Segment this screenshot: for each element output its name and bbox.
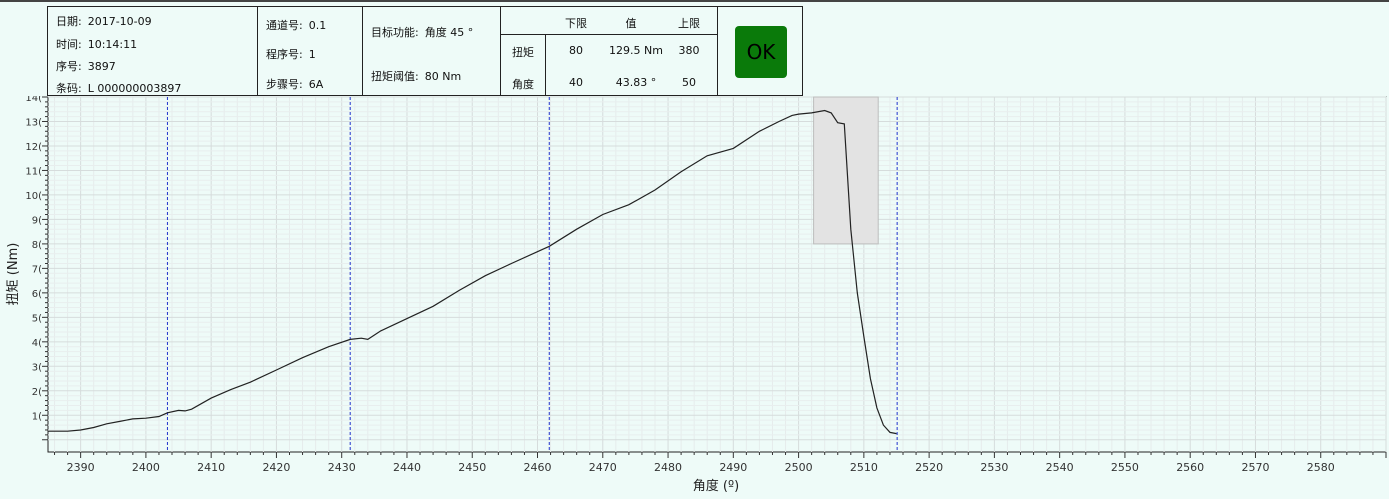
- y-tick-label: 14(: [25, 96, 42, 104]
- torque-row-label: 扭矩: [512, 46, 534, 59]
- y-tick-label: 9(: [32, 215, 42, 226]
- x-tick-label: 2490: [719, 461, 747, 474]
- x-axis-label: 角度 (º): [693, 478, 739, 494]
- channel-row: 通道号: 0.1: [266, 17, 326, 33]
- limits-table: 下限 值 上限 扭矩 80 129.5 Nm 380 角度 40 43.83 °…: [501, 7, 718, 95]
- x-tick-label: 2410: [197, 461, 225, 474]
- window-top-border: [0, 0, 1389, 2]
- y-tick-label: 7(: [32, 264, 42, 275]
- x-tick-label: 2400: [132, 461, 160, 474]
- y-tick-label: 5(: [32, 313, 42, 324]
- chart-svg: 1( 2( 3( 4( 5( 6( 7( 8( 9( 10( 11( 12( 13( 14( 2390 24…: [6, 93, 1387, 494]
- target-label: 目标功能:: [371, 26, 419, 39]
- channel-label: 通道号:: [266, 19, 303, 32]
- angle-row-label: 角度: [512, 78, 534, 91]
- threshold-label: 扭矩阈值:: [371, 70, 419, 83]
- program-value: 1: [308, 48, 316, 61]
- limits-header-row: 下限 值 上限: [501, 7, 717, 35]
- time-label: 时间:: [56, 38, 82, 51]
- x-tick-label: 2500: [785, 461, 813, 474]
- sequence-label: 序号:: [56, 60, 82, 73]
- angle-lower-limit: 40: [569, 76, 583, 89]
- date-value: 2017-10-09: [87, 15, 152, 28]
- identity-column: 日期: 2017-10-09 时间: 10:14:11 序号: 3897 条码: L 0…: [48, 7, 258, 95]
- evaluation-window: [813, 96, 879, 245]
- program-row: 程序号: 1: [266, 46, 316, 62]
- x-tick-label: 2560: [1176, 461, 1204, 474]
- angle-value: 43.83 °: [615, 76, 657, 89]
- upper-limit-header: 上限: [678, 17, 700, 30]
- evaluation-window-box: [813, 96, 879, 245]
- plot-area: [47, 96, 1387, 453]
- program-column: 通道号: 0.1 程序号: 1 步骤号: 6A: [258, 7, 363, 95]
- target-row: 目标功能: 角度 45 °: [371, 24, 473, 40]
- result-info-panel: 日期: 2017-10-09 时间: 10:14:11 序号: 3897 条码: L 0…: [47, 6, 803, 96]
- y-tick-label: 10(: [25, 191, 42, 202]
- date-row: 日期: 2017-10-09: [56, 13, 152, 29]
- x-tick-label: 2460: [524, 461, 552, 474]
- y-axis-label: 扭矩 (Nm): [6, 243, 21, 306]
- barcode-label: 条码:: [56, 82, 82, 95]
- y-tick-label: 6(: [32, 289, 42, 300]
- step-row: 步骤号: 6A: [266, 76, 323, 92]
- x-tick-label: 2450: [458, 461, 486, 474]
- time-value: 10:14:11: [87, 38, 138, 51]
- step-label: 步骤号:: [266, 78, 303, 91]
- sequence-value: 3897: [87, 60, 116, 73]
- x-tick-label: 2430: [328, 461, 356, 474]
- status-column: OK: [718, 7, 804, 95]
- date-label: 日期:: [56, 15, 82, 28]
- lower-limit-header: 下限: [565, 17, 587, 30]
- time-row: 时间: 10:14:11: [56, 36, 137, 52]
- y-tick-label: 8(: [32, 240, 42, 251]
- target-column: 目标功能: 角度 45 ° 扭矩阈值: 80 Nm: [363, 7, 501, 95]
- y-axis-ticks: 1( 2( 3( 4( 5( 6( 7( 8( 9( 10( 11( 12( 13( 14(: [25, 93, 48, 441]
- x-tick-label: 2470: [589, 461, 617, 474]
- y-tick-label: 12(: [25, 142, 42, 153]
- barcode-value: L 000000003897: [87, 82, 182, 95]
- step-value: 6A: [308, 78, 324, 91]
- x-tick-label: 2530: [980, 461, 1008, 474]
- x-tick-label: 2420: [262, 461, 290, 474]
- threshold-value: 80 Nm: [424, 70, 462, 83]
- angle-upper-limit: 50: [682, 76, 696, 89]
- x-tick-label: 2440: [393, 461, 421, 474]
- y-tick-label: 2(: [32, 387, 42, 398]
- torque-value: 129.5 Nm: [609, 44, 663, 57]
- torque-lower-limit: 80: [569, 44, 583, 57]
- torque-angle-chart: 1( 2( 3( 4( 5( 6( 7( 8( 9( 10( 11( 12( 13( 14( 2390 24…: [0, 93, 1389, 499]
- x-tick-label: 2540: [1046, 461, 1074, 474]
- x-axis-ticks: 2390 2400 2410 2420 2430 2440 2450 2460 2470 2480…: [54, 452, 1387, 474]
- value-header: 值: [625, 17, 637, 30]
- program-label: 程序号:: [266, 48, 303, 61]
- y-tick-label: 13(: [25, 117, 42, 128]
- x-tick-label: 2480: [654, 461, 682, 474]
- x-tick-label: 2570: [1241, 461, 1269, 474]
- torque-upper-limit: 380: [678, 44, 700, 57]
- target-value: 角度 45 °: [424, 26, 474, 39]
- x-tick-label: 2550: [1111, 461, 1139, 474]
- x-tick-label: 2390: [67, 461, 95, 474]
- y-tick-label: 3(: [32, 362, 42, 373]
- x-tick-label: 2580: [1307, 461, 1335, 474]
- y-tick-label: 1(: [32, 411, 42, 422]
- sequence-row: 序号: 3897: [56, 58, 116, 74]
- x-tick-label: 2520: [915, 461, 943, 474]
- barcode-row: 条码: L 000000003897: [56, 80, 181, 96]
- y-tick-label: 4(: [32, 338, 42, 349]
- x-tick-label: 2510: [850, 461, 878, 474]
- y-tick-label: 11(: [25, 166, 42, 177]
- channel-value: 0.1: [308, 19, 327, 32]
- threshold-row: 扭矩阈值: 80 Nm: [371, 68, 461, 84]
- ok-status-badge: OK: [735, 26, 787, 78]
